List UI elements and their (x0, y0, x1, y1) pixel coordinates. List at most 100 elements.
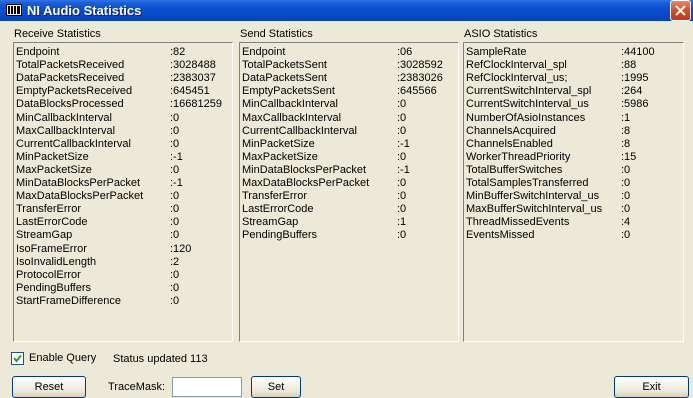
stat-row: StartFrameDifference :0 (16, 295, 226, 308)
stat-value: :645566 (397, 85, 437, 98)
stat-name: TotalSamplesTransferred (466, 177, 589, 189)
stat-name: MaxDataBlocksPerPacket (242, 177, 370, 189)
stat-name: MaxPacketSize (16, 163, 92, 176)
stat-value: :0 (170, 111, 180, 124)
tracemask-label: TraceMask: (108, 381, 166, 393)
stat-name: EmptyPacketsReceived (16, 85, 133, 98)
stat-row: TransferError:0 (242, 190, 452, 203)
stat-name: IsoFrameError (16, 242, 87, 255)
stat-value: :0 (397, 98, 407, 111)
stat-value: :2383037 (170, 72, 216, 85)
stat-value: :16681259 (170, 98, 222, 111)
stat-name: EmptyPacketsSent (242, 85, 335, 98)
stat-value: :88 (621, 59, 637, 72)
stat-row: SampleRate:44100 (466, 46, 676, 59)
stat-name: StreamGap (242, 216, 299, 229)
stat-value: :0 (170, 124, 180, 137)
stat-name: MaxPacketSize (242, 150, 318, 163)
receive-statistics-title: Receive Statistics (14, 28, 101, 40)
stat-row: RefClockInterval_us;:1995 (466, 72, 676, 85)
stat-row: StreamGap:1 (242, 216, 452, 229)
stat-name: NumberOfAsioInstances (466, 111, 586, 124)
check-icon (13, 354, 22, 363)
stat-row: ProtocolError :0 (16, 269, 226, 282)
stat-row: CurrentCallbackInterval:0 (16, 138, 226, 151)
stat-value: :0 (621, 177, 631, 189)
stat-value: :8 (621, 137, 631, 150)
stat-value: :0 (170, 268, 180, 281)
receive-statistics-group: Receive Statistics Endpoint :82 TotalPacke… (13, 26, 233, 342)
stat-row: PendingBuffers:0 (16, 282, 226, 295)
stat-name: CurrentCallbackInterval (242, 124, 357, 137)
stat-name: PendingBuffers (16, 281, 92, 294)
stat-row: DataBlocksProcessed :16681259 (16, 98, 226, 111)
stat-name: MinDataBlocksPerPacket (16, 177, 141, 189)
stat-row: NumberOfAsioInstances :1 (466, 112, 676, 125)
set-button[interactable]: Set (251, 376, 301, 398)
stat-name: LastErrorCode (16, 216, 88, 229)
stat-value: :06 (397, 46, 413, 58)
stat-row: RefClockInterval_spl:88 (466, 59, 676, 72)
stat-row: MaxPacketSize :0 (16, 164, 226, 177)
stat-row: DataPacketsSent:2383026 (242, 72, 452, 85)
stat-row: MaxDataBlocksPerPacket :0 (242, 177, 452, 190)
stat-value: :0 (170, 294, 180, 307)
stat-value: :-1 (397, 163, 410, 176)
send-statistics-title: Send Statistics (240, 28, 313, 40)
stat-name: CurrentSwitchInterval_spl (466, 85, 592, 98)
stat-value: :44100 (621, 46, 655, 58)
enable-query-label[interactable]: Enable Query (29, 351, 96, 365)
stat-name: MinCallbackInterval (16, 111, 112, 124)
stat-value: :1 (621, 111, 631, 124)
close-icon (675, 5, 686, 16)
stat-row: MinCallbackInterval :0 (16, 112, 226, 125)
tracemask-input[interactable] (172, 377, 242, 397)
stat-value: :0 (397, 111, 407, 124)
stat-name: MinDataBlocksPerPacket (242, 163, 367, 176)
stat-name: MinBufferSwitchInterval_us (466, 190, 600, 203)
exit-button[interactable]: Exit (614, 376, 689, 398)
stat-name: TotalBufferSwitches (466, 163, 563, 176)
stat-row: EmptyPacketsSent :645566 (242, 85, 452, 98)
stat-value: :5986 (621, 98, 649, 111)
stat-row: Endpoint :82 (16, 46, 226, 59)
stat-row: MaxPacketSize:0 (242, 151, 452, 164)
title-bar[interactable]: NI Audio Statistics (0, 0, 693, 21)
stat-name: CurrentSwitchInterval_us (466, 98, 589, 111)
stat-value: :264 (621, 85, 643, 98)
stat-value: :82 (170, 46, 186, 58)
stat-row: IsoInvalidLength:2 (16, 256, 226, 269)
asio-statistics-list: SampleRate:44100 RefClockInterval_spl:88 R… (463, 42, 684, 342)
stat-row: StreamGap:0 (16, 229, 226, 242)
stat-row: MinDataBlocksPerPacket:-1 (16, 177, 226, 190)
stat-row: IsoFrameError :120 (16, 243, 226, 256)
stat-row: MaxCallbackInterval:0 (16, 125, 226, 138)
stat-row: CurrentCallbackInterval:0 (242, 125, 452, 138)
stat-value: :1995 (621, 72, 649, 85)
stat-name: DataPacketsReceived (16, 72, 125, 85)
reset-button[interactable]: Reset (12, 376, 86, 398)
stat-value: :0 (397, 203, 407, 216)
stat-name: ProtocolError (16, 268, 81, 281)
stat-name: DataBlocksProcessed (16, 98, 124, 111)
stat-name: PendingBuffers (242, 229, 318, 242)
enable-query-checkbox[interactable] (11, 352, 24, 365)
close-button[interactable] (670, 0, 691, 21)
stat-value: :4 (621, 216, 631, 229)
stat-value: :15 (621, 150, 637, 163)
stat-name: CurrentCallbackInterval (16, 137, 131, 150)
stat-name: TotalPacketsReceived (16, 59, 125, 72)
stat-value: :0 (170, 229, 180, 242)
stat-value: :120 (170, 242, 192, 255)
stat-row: MaxDataBlocksPerPacket:0 (16, 190, 226, 203)
send-statistics-list: Endpoint:06 TotalPacketsSent:3028592 DataP… (239, 42, 459, 342)
stat-value: :2 (170, 255, 180, 268)
stat-value: :0 (397, 177, 407, 189)
stat-name: TransferError (242, 190, 307, 203)
stat-name: TotalPacketsSent (242, 59, 327, 72)
stat-value: :0 (170, 163, 180, 176)
stat-name: MaxDataBlocksPerPacket (16, 190, 144, 203)
stat-value: :0 (621, 229, 631, 242)
stat-name: Endpoint (16, 46, 60, 58)
stat-name: StartFrameDifference (16, 294, 121, 307)
